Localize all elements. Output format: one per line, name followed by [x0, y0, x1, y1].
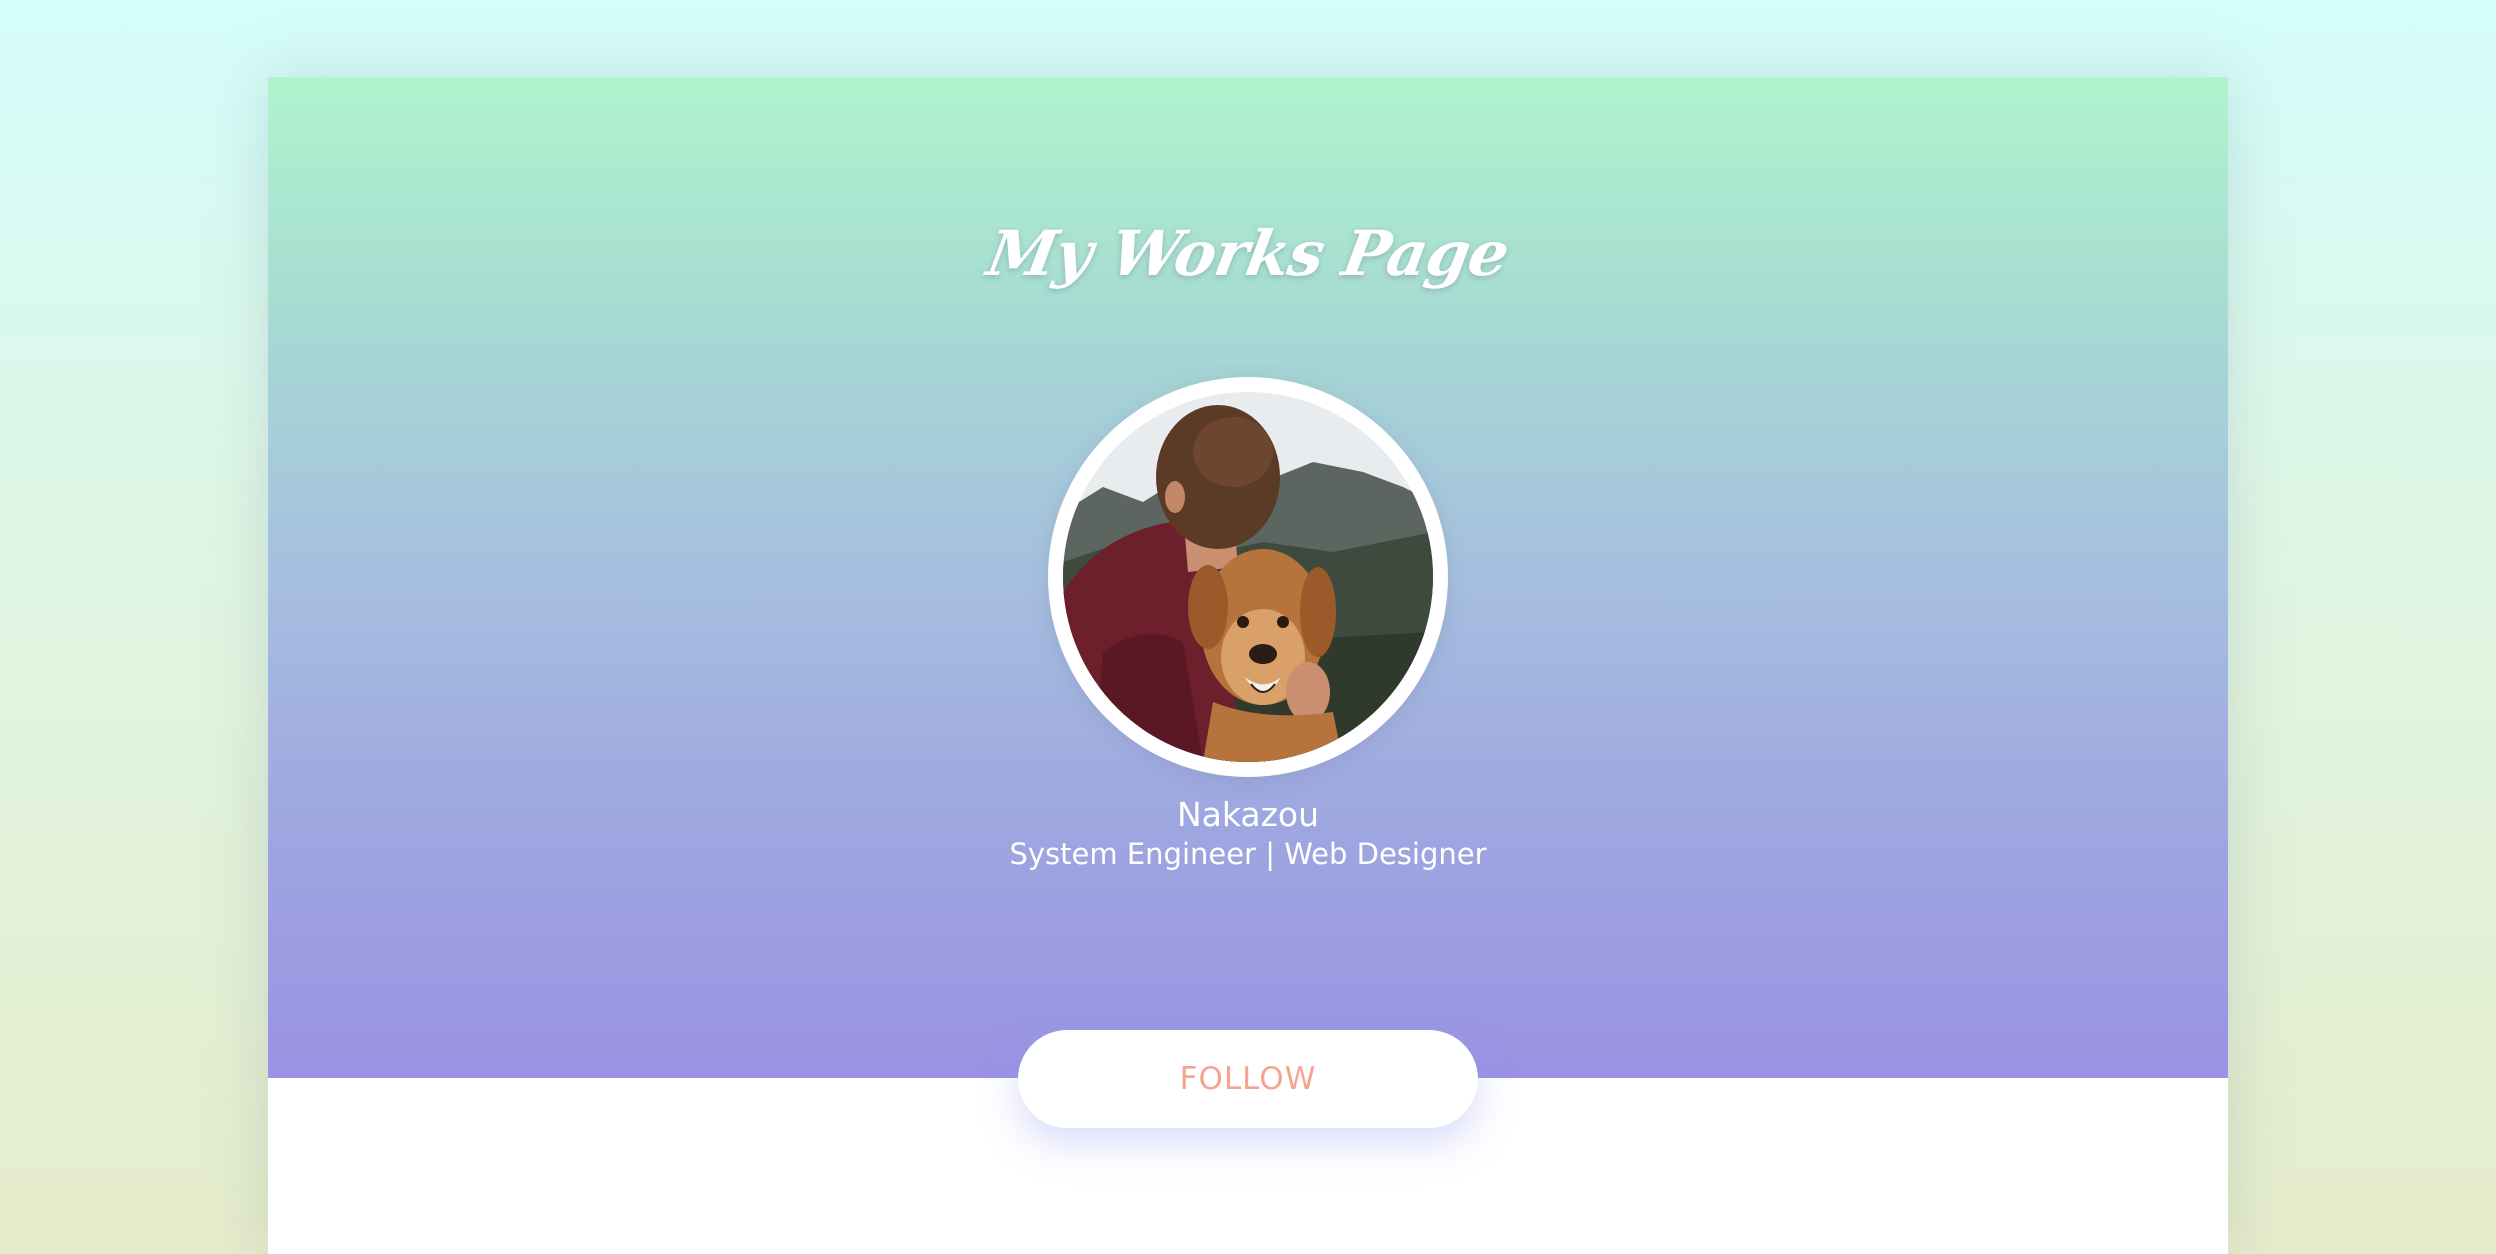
avatar: [1063, 392, 1433, 762]
profile-name: Nakazou: [1176, 795, 1320, 834]
profile-role: System Engineer | Web Designer: [1009, 837, 1487, 871]
profile-card: My Works Page Nakazou System Engineer | …: [268, 77, 2228, 1254]
follow-button[interactable]: FOLLOW: [1018, 1030, 1478, 1128]
page-title: My Works Page: [981, 217, 1515, 290]
avatar-photo-icon: [1063, 392, 1433, 762]
hero-banner: My Works Page Nakazou System Engineer | …: [268, 77, 2228, 1078]
avatar-frame: [1048, 377, 1448, 777]
